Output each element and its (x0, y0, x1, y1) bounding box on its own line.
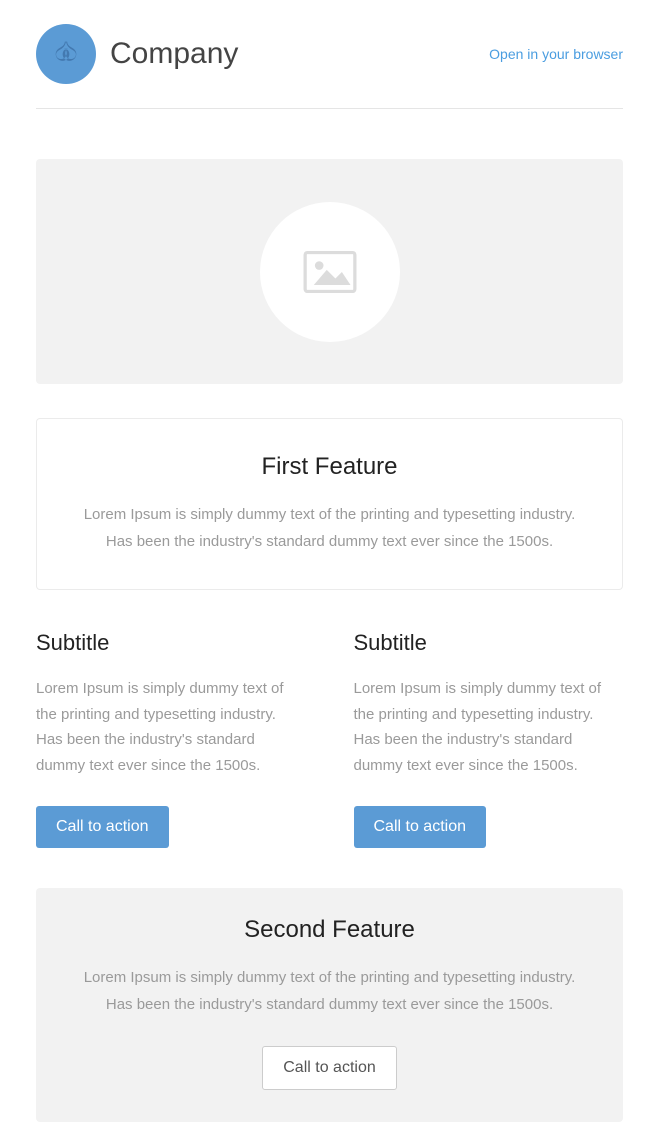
rebel-icon (51, 39, 81, 69)
image-placeholder-icon (303, 250, 357, 294)
cta-button[interactable]: Call to action (36, 806, 169, 848)
hero-placeholder-circle (260, 202, 400, 342)
column-right: Subtitle Lorem Ipsum is simply dummy tex… (354, 630, 624, 848)
column-left: Subtitle Lorem Ipsum is simply dummy tex… (36, 630, 306, 848)
cta-button[interactable]: Call to action (354, 806, 487, 848)
first-feature-text: Lorem Ipsum is simply dummy text of the … (77, 501, 582, 555)
company-name: Company (110, 37, 238, 71)
company-logo (36, 24, 96, 84)
hero-image-block (36, 159, 623, 384)
two-column-section: Subtitle Lorem Ipsum is simply dummy tex… (36, 630, 623, 848)
first-feature-title: First Feature (77, 453, 582, 481)
brand: Company (36, 24, 238, 84)
column-subtitle: Subtitle (354, 630, 624, 656)
second-feature-title: Second Feature (76, 916, 583, 944)
column-text: Lorem Ipsum is simply dummy text of the … (36, 676, 306, 778)
header: Company Open in your browser (36, 24, 623, 109)
column-subtitle: Subtitle (36, 630, 306, 656)
second-feature-text: Lorem Ipsum is simply dummy text of the … (76, 964, 583, 1018)
open-in-browser-link[interactable]: Open in your browser (489, 46, 623, 62)
first-feature-card: First Feature Lorem Ipsum is simply dumm… (36, 418, 623, 590)
cta-button-outline[interactable]: Call to action (262, 1046, 397, 1090)
column-text: Lorem Ipsum is simply dummy text of the … (354, 676, 624, 778)
second-feature-card: Second Feature Lorem Ipsum is simply dum… (36, 888, 623, 1122)
